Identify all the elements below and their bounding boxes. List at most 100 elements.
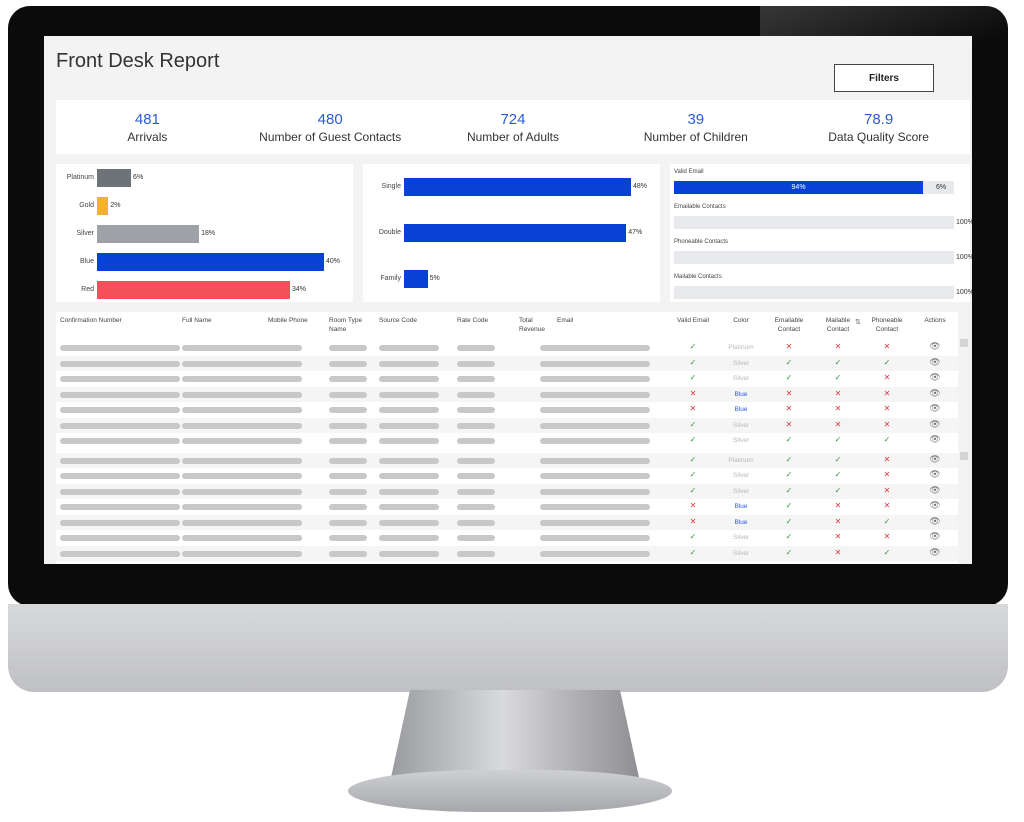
bar-red[interactable] [97, 281, 290, 299]
quality-track[interactable]: 94% [674, 181, 954, 194]
column-header[interactable]: Total Revenue [519, 316, 545, 334]
column-header-line: Contact [777, 326, 801, 333]
column-header[interactable]: Source Code [379, 316, 417, 325]
table-row[interactable]: ✓ Silver ✕ ✕ ✕ 👁 [56, 417, 958, 433]
eye-icon[interactable]: 👁 [916, 531, 954, 542]
redacted-cell [540, 360, 650, 367]
quality-label: Phoneable Contacts [674, 239, 729, 245]
bar-single[interactable] [404, 178, 631, 196]
table-row[interactable]: ✓ Platinum ✓ ✓ ✕ 👁 [56, 452, 958, 468]
check-icon: ✓ [689, 373, 697, 382]
redacted-cell [60, 407, 180, 413]
check-icon: ✓ [785, 532, 793, 541]
bar-double[interactable] [404, 224, 627, 242]
redacted-cell [268, 376, 302, 382]
eye-icon[interactable]: 👁 [916, 372, 954, 383]
scrollbar-thumb[interactable] [960, 452, 968, 460]
table-row[interactable]: ✓ Platinum ✕ ✕ ✕ 👁 [56, 340, 958, 356]
check-icon: ✓ [883, 357, 891, 367]
redacted-cell [268, 519, 302, 526]
cross-icon: ✕ [834, 342, 842, 351]
redacted-cell [329, 457, 367, 464]
column-header[interactable]: Room Type Name [329, 316, 362, 334]
check-icon: ✓ [834, 485, 842, 495]
eye-icon[interactable]: 👁 [916, 516, 954, 527]
column-header[interactable]: Emailable Contact [770, 316, 808, 334]
column-header[interactable]: Confirmation Number [60, 316, 122, 325]
bar-family[interactable] [404, 270, 428, 288]
filters-button[interactable]: Filters [834, 64, 934, 92]
redacted-cell [379, 438, 439, 444]
table-row[interactable]: ✕ Blue ✕ ✕ ✕ 👁 [56, 402, 958, 418]
table-row[interactable]: ✓ Silver ✓ ✓ ✕ 👁 [56, 483, 958, 499]
redacted-cell [329, 488, 367, 495]
eye-icon[interactable]: 👁 [916, 419, 954, 430]
column-header[interactable]: Color [716, 316, 766, 325]
check-icon: ✓ [689, 485, 697, 495]
table-row[interactable]: ✓ Silver ✓ ✕ ✓ 👁 [56, 545, 958, 561]
table-row[interactable]: ✓ Silver ✓ ✓ ✓ 👁 [56, 355, 958, 371]
table-row[interactable]: ✓ Silver ✓ ✓ ✕ 👁 [56, 371, 958, 387]
kpi-guest-contacts: 480 Number of Guest Contacts [239, 100, 422, 154]
redacted-cell [379, 457, 439, 464]
eye-icon[interactable]: 👁 [916, 388, 954, 399]
eye-icon[interactable]: 👁 [916, 341, 954, 352]
column-header[interactable]: Phoneable Contact [866, 316, 908, 334]
redacted-cell [540, 376, 650, 382]
eye-icon[interactable]: 👁 [916, 454, 954, 465]
cross-icon: ✕ [785, 419, 793, 429]
redacted-cell [268, 360, 302, 367]
eye-icon[interactable]: 👁 [916, 434, 954, 445]
bar-silver[interactable] [97, 225, 200, 243]
quality-track[interactable] [674, 216, 954, 229]
redacted-cell [329, 345, 367, 351]
bar-platinum[interactable] [97, 169, 132, 187]
bar-value-label: 18% [201, 230, 216, 237]
cross-icon: ✕ [785, 404, 793, 413]
table-row[interactable]: ✕ Blue ✓ ✕ ✓ 👁 [56, 514, 958, 530]
kpi-label: Number of Children [643, 129, 748, 144]
quality-track[interactable] [674, 251, 954, 264]
column-header-line: Total [519, 317, 533, 324]
check-icon: ✓ [883, 435, 891, 444]
table-row[interactable]: ✓ Silver ✓ ✓ ✕ 👁 [56, 468, 958, 484]
column-header[interactable]: Mailable Contact [819, 316, 857, 334]
kpi-children: 39 Number of Children [604, 100, 787, 154]
eye-icon[interactable]: 👁 [916, 469, 954, 480]
redacted-cell [540, 504, 650, 510]
color-value: Platinum [728, 344, 754, 351]
color-distribution-chart: Platinum 6% Gold 2% Silver 18% Blue 40% Red 34% [56, 164, 353, 302]
table-row[interactable]: ✕ Blue ✓ ✕ ✕ 👁 [56, 499, 958, 515]
table-row[interactable]: ✓ Silver ✓ ✕ ✕ 👁 [56, 530, 958, 546]
eye-icon[interactable]: 👁 [916, 403, 954, 414]
cross-icon: ✕ [883, 501, 891, 510]
redacted-cell [268, 550, 302, 557]
bar-gold[interactable] [97, 197, 109, 215]
eye-icon[interactable]: 👁 [916, 357, 954, 368]
eye-icon[interactable]: 👁 [916, 547, 954, 558]
column-header[interactable]: Email [557, 316, 573, 325]
bar-blue[interactable] [97, 253, 324, 271]
redacted-cell [268, 457, 302, 464]
column-header[interactable]: Full Name [182, 316, 212, 325]
sort-icon[interactable]: ⇅ [855, 318, 861, 327]
table-row[interactable]: ✕ Blue ✕ ✕ ✕ 👁 [56, 386, 958, 402]
column-header[interactable]: Rate Code [457, 316, 488, 325]
column-header[interactable]: Valid Email [674, 316, 712, 325]
eye-icon[interactable]: 👁 [916, 500, 954, 511]
color-value: Blue [734, 503, 748, 510]
column-header[interactable]: Actions [916, 316, 954, 325]
quality-label: Emailable Contacts [674, 204, 726, 210]
eye-icon[interactable]: 👁 [916, 485, 954, 496]
check-icon: ✓ [689, 454, 697, 464]
column-header-line: Contact [826, 326, 850, 333]
quality-track[interactable] [674, 286, 954, 299]
kpi-value: 480 [317, 110, 343, 128]
cross-icon: ✕ [785, 342, 793, 351]
column-header[interactable]: Mobile Phone [268, 316, 308, 325]
scrollbar-thumb[interactable] [960, 339, 968, 347]
table-scrollbar[interactable] [958, 312, 970, 564]
table-row[interactable]: ✓ Silver ✓ ✓ ✓ 👁 [56, 433, 958, 449]
kpi-label: Number of Guest Contacts [259, 129, 402, 144]
redacted-cell [60, 473, 180, 479]
